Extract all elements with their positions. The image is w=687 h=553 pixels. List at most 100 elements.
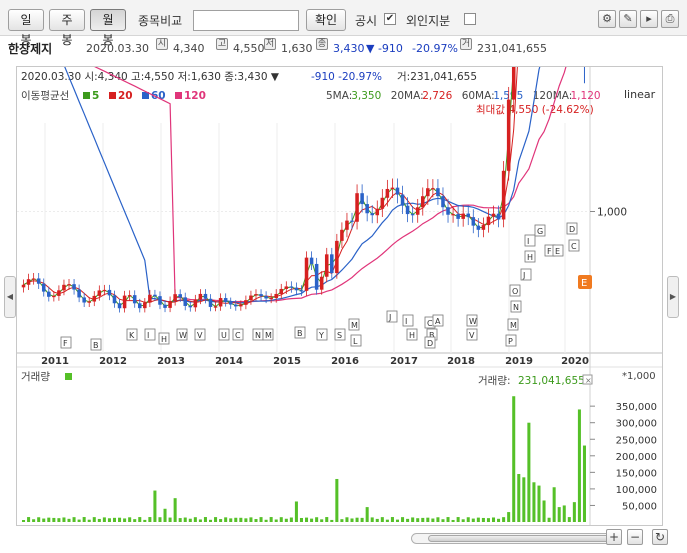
disclosure-marker-label: I <box>405 317 407 326</box>
print-icon[interactable]: ⎙ <box>661 10 679 28</box>
candle <box>213 306 218 308</box>
year-tick: 2011 <box>41 356 69 367</box>
candle <box>148 294 152 303</box>
volume-current-value: 231,041,655 <box>518 375 585 387</box>
volume-bar <box>52 517 56 522</box>
candle <box>178 294 182 298</box>
volume-bar <box>370 517 374 522</box>
ma-value: 2,726 <box>422 90 452 102</box>
volume-bar <box>264 519 268 522</box>
candle <box>153 294 157 297</box>
chart-frame[interactable]: 2020.03.30 시:4,340 고:4,550 저:1,630 종:3,4… <box>16 0 663 526</box>
compare-input[interactable] <box>193 10 299 31</box>
volume-tick: 50,000 <box>622 501 657 512</box>
scale-label[interactable]: linear <box>624 88 656 101</box>
volume-bar <box>456 517 460 522</box>
low-value: 1,630 <box>281 42 313 55</box>
weekly-button[interactable]: 주봉 <box>49 9 85 47</box>
stock-info-bar: 한창제지 2020.03.30 시 4,340 고 4,550 저 1,630 … <box>8 38 679 60</box>
cursor-icon[interactable]: ▸ <box>640 10 658 28</box>
volume-bar <box>532 482 536 522</box>
confirm-button[interactable]: 확인 <box>306 9 346 31</box>
volume-bar <box>562 505 566 522</box>
candle <box>274 293 278 299</box>
scrollbar[interactable] <box>411 533 619 544</box>
volume-bar <box>375 518 379 522</box>
settings-icon[interactable]: ⚙ <box>598 10 616 28</box>
volume-bar <box>502 517 506 522</box>
volume-bar <box>92 517 96 522</box>
candle <box>117 303 122 309</box>
volume-bar <box>224 517 228 522</box>
candle <box>102 289 107 292</box>
volume-bar <box>320 519 324 522</box>
candle <box>72 284 76 290</box>
ma-value-name: 120MA: <box>533 90 573 102</box>
event-badge-label: E <box>581 278 587 289</box>
volume-bar <box>62 517 66 522</box>
candle <box>127 295 132 297</box>
candle <box>324 254 329 277</box>
candle <box>188 305 193 308</box>
volume-bar <box>350 518 354 522</box>
candle <box>168 301 172 308</box>
notice-checkbox[interactable]: ✔ <box>384 13 396 25</box>
zoom-in-icon[interactable]: + <box>606 529 622 545</box>
disclosure-marker-label: W <box>469 317 477 326</box>
zoom-out-icon[interactable]: − <box>627 529 643 545</box>
disclosure-marker-label: L <box>353 337 358 346</box>
candle <box>299 290 304 292</box>
scroll-left-arrow[interactable]: ◀ <box>4 276 16 318</box>
volume-bar <box>82 517 86 522</box>
candle <box>82 297 86 303</box>
volume-bar <box>421 517 425 522</box>
candle <box>87 301 91 303</box>
scroll-right-arrow[interactable]: ▶ <box>667 276 679 318</box>
volume-bar <box>294 501 298 522</box>
ma-legend-20: 20 <box>118 90 133 102</box>
volume-bar <box>522 477 526 522</box>
candle <box>57 290 61 296</box>
svg-text:×: × <box>585 376 592 385</box>
volume-bar <box>466 517 470 522</box>
volume-bar <box>335 478 339 522</box>
volume-bar <box>537 485 541 522</box>
disclosure-marker-label: V <box>197 331 203 340</box>
volume-bar <box>168 517 172 522</box>
change-value: ▼ -910 <box>366 42 403 55</box>
candle <box>158 296 162 305</box>
candle <box>47 291 51 297</box>
disclosure-marker-label: V <box>469 331 475 340</box>
volume-bar <box>107 518 111 522</box>
refresh-icon[interactable]: ↻ <box>652 529 668 545</box>
price-chart: 2020.03.30 시:4,340 고:4,550 저:1,630 종:3,4… <box>17 0 662 525</box>
volume-bar <box>198 519 202 522</box>
candle <box>264 296 268 299</box>
volume-bar <box>486 518 490 522</box>
candle <box>294 287 299 291</box>
year-tick: 2019 <box>505 356 533 367</box>
disclosure-marker-label: I <box>147 331 149 340</box>
volume-bar <box>219 519 223 522</box>
foreign-checkbox[interactable] <box>464 13 476 25</box>
volume-bar <box>411 517 415 522</box>
volume-bar <box>390 517 394 522</box>
candle <box>289 286 294 288</box>
volume-bar <box>67 518 71 522</box>
candle <box>132 295 137 304</box>
daily-button[interactable]: 일봉 <box>8 9 44 47</box>
candle <box>360 193 364 205</box>
volume-bar <box>507 512 511 522</box>
volume-bar <box>481 517 485 522</box>
pen-icon[interactable]: ✎ <box>619 10 637 28</box>
monthly-button[interactable]: 월봉 <box>90 9 126 47</box>
volume-bar <box>355 517 359 522</box>
disclosure-marker-label: G <box>537 227 543 236</box>
disclosure-marker-label: N <box>255 331 261 340</box>
volume-bar <box>416 518 420 522</box>
volume-bar <box>380 517 384 522</box>
volume-tick: 300,000 <box>616 419 657 430</box>
volume-bar <box>203 517 207 522</box>
scrollbar-thumb[interactable] <box>428 535 614 542</box>
volume-bar <box>542 500 546 522</box>
